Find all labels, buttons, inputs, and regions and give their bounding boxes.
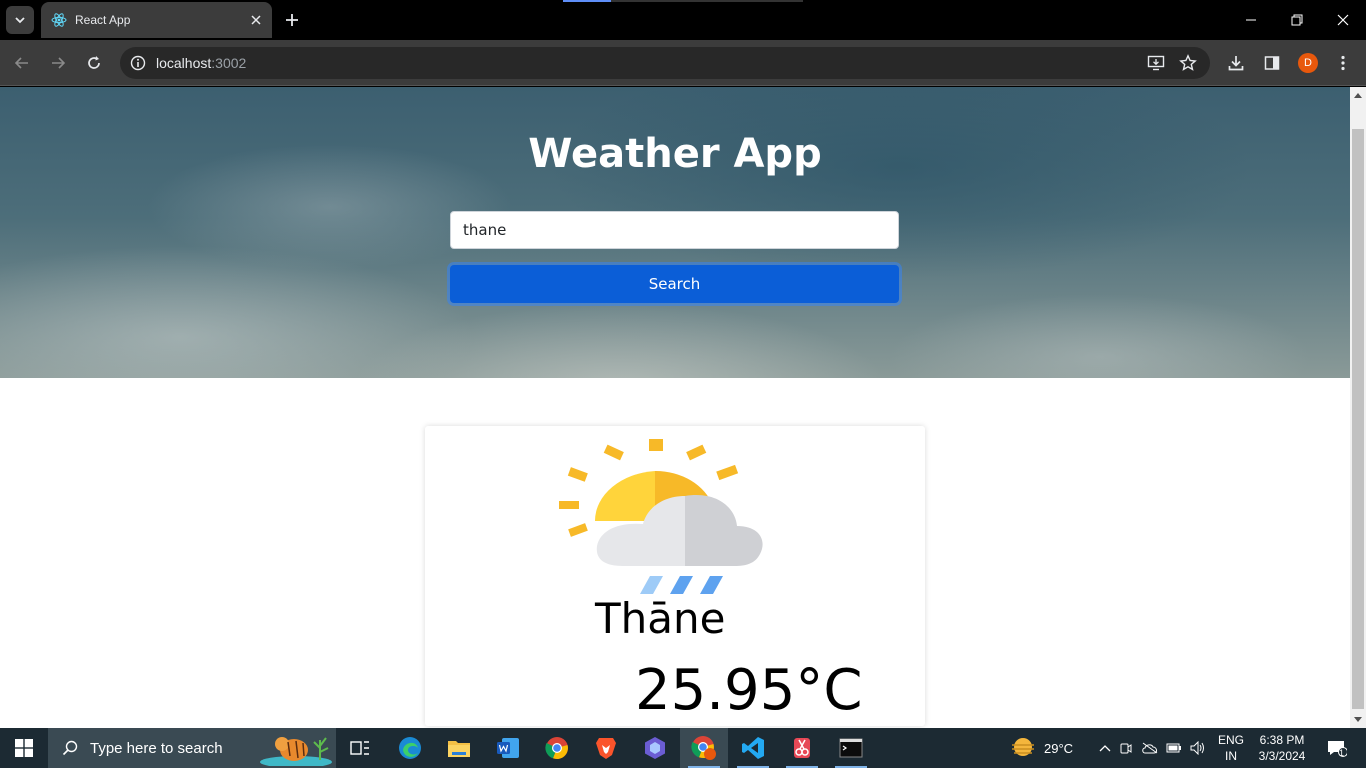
arrow-right-icon	[52, 57, 66, 69]
scroll-thumb[interactable]	[1352, 129, 1364, 709]
more-vert-icon	[1341, 55, 1345, 71]
bookmark-star-icon[interactable]	[1176, 51, 1200, 75]
start-button[interactable]	[0, 728, 48, 768]
taskbar-hexagon-app[interactable]	[631, 728, 679, 768]
edge-icon	[399, 737, 421, 759]
clock-date: 3/3/2024	[1258, 749, 1306, 763]
tab-strip-indicator	[563, 0, 803, 2]
snipping-tool-icon	[794, 738, 810, 758]
forward-button[interactable]	[46, 51, 70, 75]
minimize-button[interactable]	[1231, 6, 1271, 34]
profile-button[interactable]: D	[1296, 51, 1320, 75]
plus-icon	[286, 14, 298, 26]
menu-button[interactable]	[1331, 51, 1355, 75]
taskbar-search-placeholder: Type here to search	[90, 739, 223, 757]
taskbar-weather[interactable]: 29°C	[1010, 728, 1073, 768]
scroll-down-arrow-icon[interactable]	[1350, 712, 1366, 728]
taskbar-vscode[interactable]	[729, 728, 777, 768]
hero-cloud-background: Weather App Search	[0, 87, 1350, 378]
browser-title-bar: React App	[0, 0, 1366, 40]
downloads-button[interactable]	[1224, 51, 1248, 75]
taskbar-edge[interactable]	[386, 728, 434, 768]
scroll-up-arrow-icon[interactable]	[1350, 87, 1366, 103]
word-icon	[497, 738, 519, 758]
temperature-value: 25.95°C	[635, 658, 863, 723]
task-view-icon	[350, 741, 369, 755]
site-info-icon[interactable]	[122, 47, 154, 79]
clock[interactable]: 6:38 PM 3/3/2024	[1256, 728, 1308, 768]
taskbar-search-box[interactable]: Type here to search	[48, 728, 336, 768]
react-icon	[51, 13, 67, 27]
weather-card: Thāne 25.95°C	[425, 426, 925, 726]
search-icon	[62, 740, 78, 756]
taskbar-file-explorer[interactable]	[435, 728, 483, 768]
page-title: Weather App	[528, 131, 822, 177]
restore-button[interactable]	[1277, 6, 1317, 34]
page-scrollbar[interactable]	[1350, 87, 1366, 728]
avatar: D	[1298, 53, 1318, 73]
task-view-button[interactable]	[336, 728, 384, 768]
close-icon	[1337, 14, 1349, 26]
taskbar-terminal[interactable]	[827, 728, 875, 768]
hexagon-app-icon	[645, 737, 665, 759]
show-hidden-icons-icon[interactable]	[1096, 744, 1114, 752]
browser-toolbar: localhost:3002 D	[0, 40, 1366, 86]
side-panel-icon	[1264, 56, 1280, 70]
terminal-icon	[839, 738, 863, 758]
tab-react-app[interactable]: React App	[41, 2, 272, 38]
clock-time: 6:38 PM	[1259, 733, 1305, 747]
windows-logo-icon	[15, 739, 33, 757]
vscode-icon	[742, 737, 764, 759]
install-app-icon[interactable]	[1144, 51, 1168, 75]
city-name: Thāne	[595, 594, 726, 643]
taskbar-chrome-profile[interactable]	[680, 728, 728, 768]
taskbar-chrome[interactable]	[533, 728, 581, 768]
tab-search-button[interactable]	[6, 6, 34, 34]
taskbar-snipping-tool[interactable]	[778, 728, 826, 768]
new-tab-button[interactable]	[280, 8, 304, 32]
region-code: IN	[1225, 749, 1237, 763]
brave-icon	[596, 738, 616, 759]
language-indicator[interactable]: ENG IN	[1218, 728, 1244, 768]
reload-button[interactable]	[82, 51, 106, 75]
minimize-icon	[1246, 19, 1256, 21]
onedrive-offline-icon[interactable]	[1138, 742, 1162, 754]
side-panel-button[interactable]	[1260, 51, 1284, 75]
search-highlight-tiger-icon	[260, 737, 332, 766]
city-search-input[interactable]	[450, 211, 899, 249]
close-tab-icon[interactable]	[246, 10, 266, 30]
windows-taskbar: Type here to search 29°C ENG IN 6:38 PM …	[0, 728, 1366, 768]
sun-cloud-rain-icon	[559, 439, 763, 594]
back-button[interactable]	[10, 51, 34, 75]
language-code: ENG	[1218, 733, 1245, 747]
reload-icon	[88, 56, 100, 69]
chrome-icon	[545, 737, 568, 760]
taskbar-weather-temp: 29°C	[1044, 740, 1074, 756]
tab-title: React App	[75, 13, 131, 27]
notification-count-badge: 1	[1339, 748, 1345, 758]
taskbar-brave[interactable]	[582, 728, 630, 768]
url-text: localhost:3002	[156, 55, 247, 71]
close-window-button[interactable]	[1323, 6, 1363, 34]
system-tray	[1096, 728, 1210, 768]
volume-icon[interactable]	[1186, 741, 1210, 755]
notification-center-button[interactable]: 1	[1322, 728, 1352, 768]
chevron-down-icon	[15, 17, 25, 24]
search-button[interactable]: Search	[450, 265, 899, 303]
arrow-left-icon	[14, 57, 28, 69]
download-icon	[1228, 56, 1244, 71]
haze-weather-icon	[1012, 738, 1034, 756]
address-bar[interactable]: localhost:3002	[120, 47, 1210, 79]
chrome-profile-icon	[691, 736, 716, 760]
restore-icon	[1291, 14, 1303, 26]
meet-now-icon[interactable]	[1114, 741, 1138, 755]
battery-icon[interactable]	[1162, 743, 1186, 753]
folder-icon	[448, 741, 470, 757]
page-viewport: Weather App Search Thāne 25.95°C	[0, 87, 1350, 728]
taskbar-word[interactable]	[484, 728, 532, 768]
